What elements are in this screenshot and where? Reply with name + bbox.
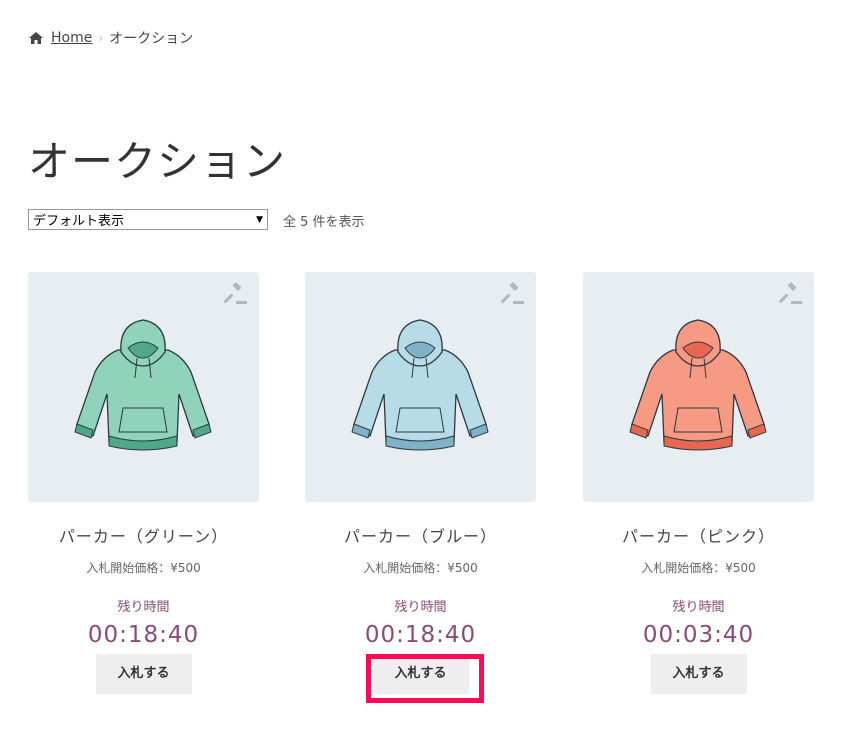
product-card: パーカー（ブルー） 入札開始価格：¥500 残り時間 00:18:40 入札する <box>305 272 536 694</box>
hoodie-image <box>629 319 767 451</box>
hoodie-image <box>74 319 212 451</box>
product-price: 入札開始価格：¥500 <box>363 561 478 575</box>
product-thumbnail[interactable] <box>583 272 814 502</box>
product-name[interactable]: パーカー（ブルー） <box>305 523 536 547</box>
product-thumbnail[interactable] <box>305 272 536 502</box>
chevron-down-icon: ▼ <box>256 214 263 225</box>
remaining-time-label: 残り時間 <box>394 600 447 615</box>
remaining-time-label: 残り時間 <box>672 600 725 615</box>
product-card: パーカー（ピンク） 入札開始価格：¥500 残り時間 00:03:40 入札する <box>583 272 814 694</box>
product-price: 入札開始価格：¥500 <box>641 561 756 575</box>
bid-button[interactable]: 入札する <box>95 654 192 694</box>
page-title: オークション <box>28 137 287 186</box>
sort-selected-value: デフォルト表示 <box>33 214 125 229</box>
countdown-timer: 00:03:40 <box>642 622 755 648</box>
product-name[interactable]: パーカー（グリーン） <box>28 523 259 547</box>
breadcrumb-current: オークション <box>109 31 194 47</box>
bid-button[interactable]: 入札する <box>650 654 747 694</box>
product-price: 入札開始価格：¥500 <box>86 561 201 575</box>
result-count: 全 5 件を表示 <box>283 215 365 230</box>
home-icon <box>28 31 44 45</box>
breadcrumb-home-link[interactable]: Home <box>51 30 92 46</box>
breadcrumb: Home › オークション <box>28 28 193 48</box>
product-thumbnail[interactable] <box>28 272 259 502</box>
auction-hammer-icon <box>501 282 524 304</box>
breadcrumb-separator: › <box>98 31 104 45</box>
bid-button[interactable]: 入札する <box>372 654 469 694</box>
auction-hammer-icon <box>779 282 802 304</box>
countdown-timer: 00:18:40 <box>364 622 477 648</box>
sort-dropdown[interactable]: デフォルト表示 ▼ <box>28 209 268 230</box>
hoodie-image <box>351 319 489 451</box>
remaining-time-label: 残り時間 <box>117 600 170 615</box>
product-card: パーカー（グリーン） 入札開始価格：¥500 残り時間 00:18:40 入札す… <box>28 272 259 694</box>
auction-hammer-icon <box>224 282 247 304</box>
product-name[interactable]: パーカー（ピンク） <box>583 523 814 547</box>
countdown-timer: 00:18:40 <box>87 622 200 648</box>
